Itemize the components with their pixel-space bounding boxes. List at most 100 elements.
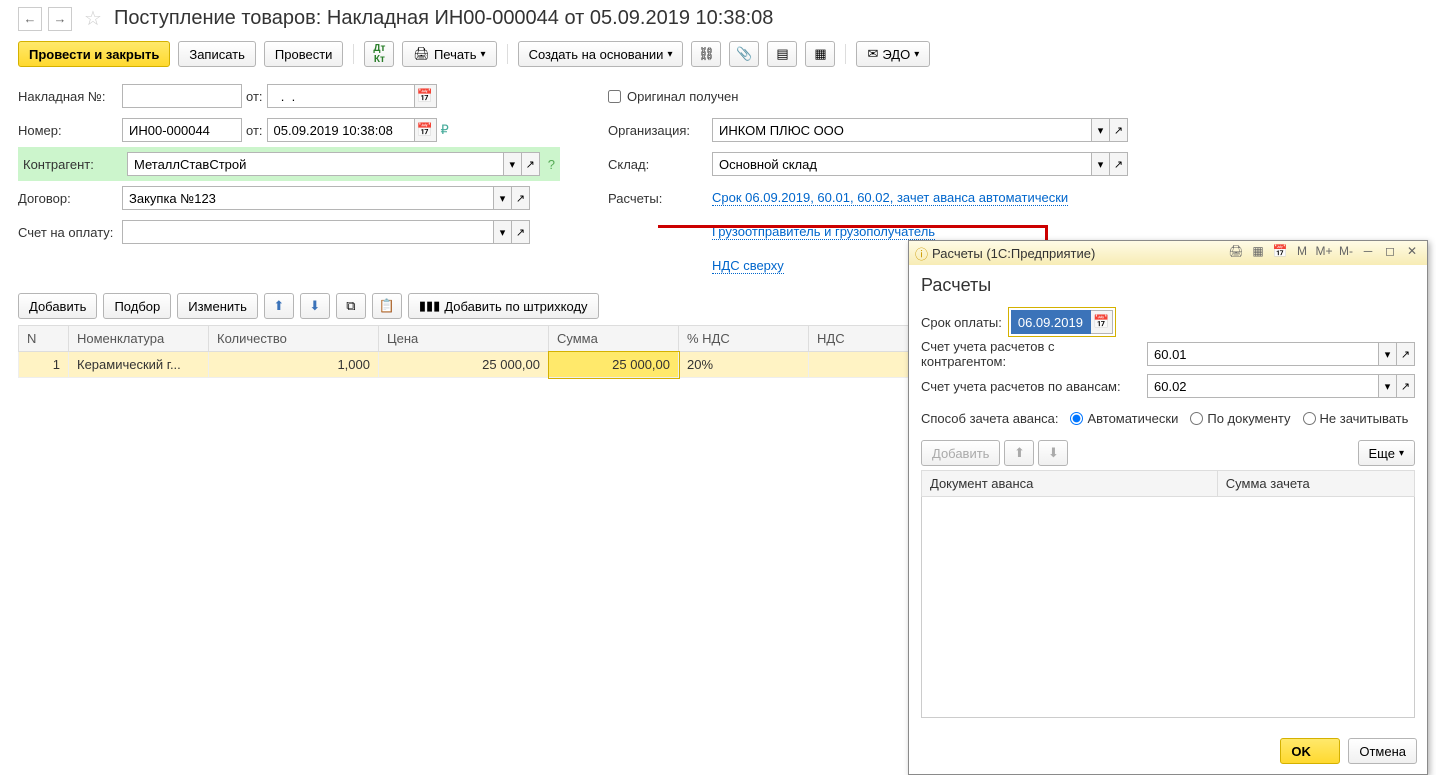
grid-up-button[interactable]: ⬆ [264,293,294,319]
dlg-up-button: ⬆ [1004,440,1034,466]
dlg-down-button: ⬇ [1038,440,1068,466]
mminus-button: M- [1337,244,1355,262]
account-advance-open[interactable]: ↗ [1397,374,1415,398]
save-button[interactable]: Записать [178,41,256,67]
col-vat-rate[interactable]: % НДС [679,326,809,352]
number-label: Номер: [18,123,118,138]
calendar-button-2[interactable]: 📅 [415,118,437,142]
col-qty[interactable]: Количество [209,326,379,352]
grid-change-button[interactable]: Изменить [177,293,258,319]
col-n[interactable]: N [19,326,69,352]
ruble-icon[interactable]: ₽ [441,122,449,138]
contract-open-button[interactable]: ↗ [512,186,530,210]
structure-button[interactable]: ⛓ [691,41,721,67]
grid-paste-button[interactable]: 📋 [372,293,402,319]
nav-back-button[interactable]: ← [18,7,42,31]
vat-link[interactable]: НДС сверху [712,258,784,274]
paste-icon: 📋 [379,298,395,314]
printer-icon: 🖨 [413,46,430,62]
print-button[interactable]: 🖨Печать▾ [402,41,496,67]
nav-forward-button[interactable]: → [48,7,72,31]
favorite-star-icon[interactable]: ☆ [84,6,102,31]
dlg-cancel-button[interactable]: Отмена [1348,738,1417,764]
dt-kt-icon: ДтКт [373,43,385,65]
grid-add-button[interactable]: Добавить [18,293,97,319]
grid-down-button[interactable]: ⬇ [300,293,330,319]
attachments-button[interactable]: 📎 [729,41,759,67]
invoice-no-label: Накладная №: [18,89,118,104]
grid-select-button[interactable]: Подбор [103,293,171,319]
account-contractor-input[interactable] [1147,342,1379,366]
dlg-ok-button[interactable]: OK [1280,738,1340,764]
post-and-close-button[interactable]: Провести и закрыть [18,41,170,67]
m-button: M [1293,244,1311,262]
col-sum[interactable]: Сумма [549,326,679,352]
col-price[interactable]: Цена [379,326,549,352]
counterparty-select-button[interactable]: ▾ [504,152,522,176]
warehouse-input[interactable] [712,152,1092,176]
col-item[interactable]: Номенклатура [69,326,209,352]
account-advance-select[interactable]: ▾ [1379,374,1397,398]
offset-auto-radio[interactable]: Автоматически [1070,411,1178,426]
original-received-checkbox[interactable]: Оригинал получен [608,89,738,104]
org-open-button[interactable]: ↗ [1110,118,1128,142]
contract-select-button[interactable]: ▾ [494,186,512,210]
advance-docs-table[interactable]: Документ аванса Сумма зачета [921,470,1415,718]
invoice-payment-select-button[interactable]: ▾ [494,220,512,244]
account-contractor-label: Счет учета расчетов с контрагентом: [921,339,1141,369]
offset-none-radio[interactable]: Не зачитывать [1303,411,1409,426]
account-contractor-open[interactable]: ↗ [1397,342,1415,366]
grid-barcode-button[interactable]: ▮▮▮Добавить по штрихкоду [408,293,599,319]
invoice-payment-input[interactable] [122,220,494,244]
settlements-link[interactable]: Срок 06.09.2019, 60.01, 60.02, зачет ава… [712,190,1068,206]
account-contractor-select[interactable]: ▾ [1379,342,1397,366]
warehouse-select-button[interactable]: ▾ [1092,152,1110,176]
payment-term-input[interactable] [1011,310,1091,334]
dlg-add-button: Добавить [921,440,1000,466]
related-button[interactable]: ▤ [767,41,797,67]
show-transactions-button[interactable]: ДтКт [364,41,394,67]
invoice-no-input[interactable] [122,84,242,108]
account-advance-label: Счет учета расчетов по авансам: [921,379,1141,394]
post-button[interactable]: Провести [264,41,344,67]
close-icon[interactable]: ✕ [1403,244,1421,262]
counterparty-open-button[interactable]: ↗ [522,152,540,176]
contract-input[interactable] [122,186,494,210]
invoice-payment-label: Счет на оплату: [18,225,118,240]
envelope-icon: ✉ [867,46,878,62]
dlg-more-button[interactable]: Еще▾ [1358,440,1415,466]
counterparty-input[interactable] [127,152,504,176]
edo-button[interactable]: ✉ЭДО▾ [856,41,930,67]
report-button[interactable]: ▦ [805,41,835,67]
account-advance-input[interactable] [1147,374,1379,398]
maximize-icon[interactable]: ◻ [1381,244,1399,262]
from-label-2: от: [246,123,263,138]
invoice-date-input[interactable] [267,84,415,108]
warehouse-open-button[interactable]: ↗ [1110,152,1128,176]
minimize-icon[interactable]: ─ [1359,244,1377,262]
number-input[interactable] [122,118,242,142]
org-select-button[interactable]: ▾ [1092,118,1110,142]
dlg-col-doc[interactable]: Документ аванса [922,471,1218,497]
settlements-dialog: ⓘ Расчеты (1С:Предприятие) 🖨 ▦ 📅 M M+ M-… [908,240,1428,775]
help-icon[interactable]: ? [548,157,555,172]
date-input[interactable] [267,118,415,142]
from-label-1: от: [246,89,263,104]
offset-bydoc-radio[interactable]: По документу [1190,411,1290,426]
payment-term-calendar-button[interactable]: 📅 [1091,310,1113,334]
contract-label: Договор: [18,191,118,206]
org-input[interactable] [712,118,1092,142]
warehouse-label: Склад: [608,157,708,172]
grid-copy-button[interactable]: ⧉ [336,293,366,319]
dlg-col-sum[interactable]: Сумма зачета [1217,471,1414,497]
report-icon: ▦ [814,46,826,62]
calendar-head-icon[interactable]: 📅 [1271,244,1289,262]
invoice-payment-open-button[interactable]: ↗ [512,220,530,244]
dlg-empty-body [922,497,1414,717]
create-based-on-button[interactable]: Создать на основании▾ [518,41,684,67]
counterparty-label: Контрагент: [23,157,123,172]
print-icon[interactable]: 🖨 [1227,244,1245,262]
calendar-button[interactable]: 📅 [415,84,437,108]
settlements-label: Расчеты: [608,191,708,206]
grid-icon[interactable]: ▦ [1249,244,1267,262]
